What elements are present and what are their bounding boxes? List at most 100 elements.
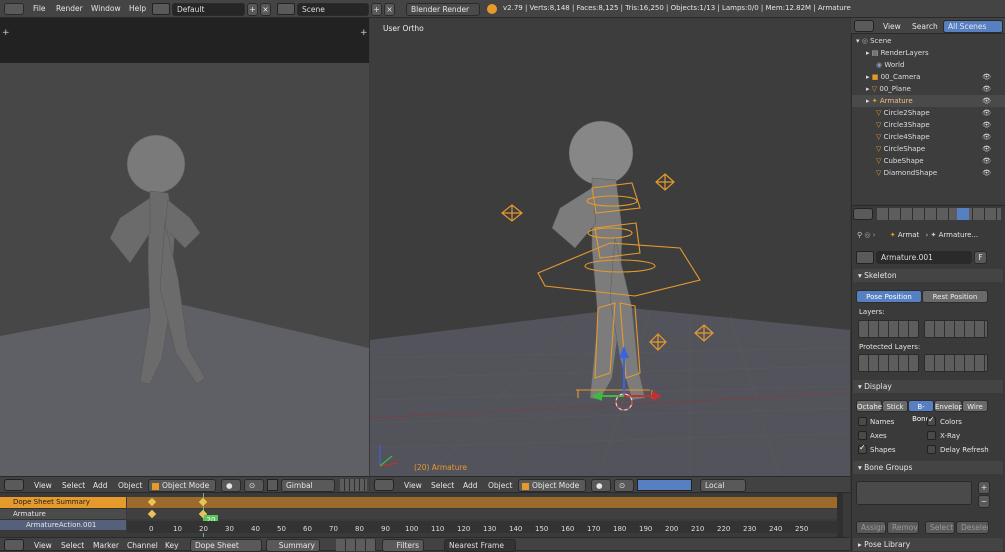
visibility-eye-icon[interactable]: 👁 (982, 167, 991, 179)
visibility-eye-icon[interactable]: 👁 (982, 107, 991, 119)
visibility-eye-icon[interactable]: 👁 (982, 83, 991, 95)
outliner-display-select[interactable]: All Scenes (943, 20, 1003, 33)
add-scene-button[interactable]: + (371, 3, 382, 16)
axes-checkbox[interactable] (858, 431, 867, 440)
dopesheet-mode-select[interactable]: Dope Sheet (190, 539, 262, 552)
outliner-row-world[interactable]: ◉ World (852, 59, 1005, 71)
colors-checkbox[interactable] (927, 415, 936, 426)
left-viewport-corner-handle-right[interactable]: + (360, 28, 368, 38)
add-layout-button[interactable]: + (247, 3, 258, 16)
left-mode-select[interactable]: Object Mode (148, 479, 216, 492)
scene-icon[interactable] (277, 3, 295, 15)
display-bbone[interactable]: B-Bone (908, 400, 934, 423)
editor-type-icon[interactable] (4, 479, 24, 491)
outliner-menu-search[interactable]: Search (912, 22, 938, 31)
right-menu-object[interactable]: Object (488, 481, 512, 490)
dopesheet-channel-armature[interactable]: Armature (0, 508, 126, 519)
dopesheet-channel-summary[interactable]: Dope Sheet Summary (0, 497, 126, 508)
remove-scene-button[interactable]: × (384, 3, 395, 16)
outliner-row-camera[interactable]: ▸ ■ 00_Camera 👁 (852, 71, 1005, 83)
visibility-eye-icon[interactable]: 👁 (982, 71, 991, 83)
ds-menu-view[interactable]: View (34, 541, 52, 550)
outliner-row-diamondshape[interactable]: ▽ DiamondShape 👁 (852, 167, 1005, 179)
armature-data-tab-icon[interactable] (957, 208, 969, 220)
dopesheet-channel-action[interactable]: ArmatureAction.001 (0, 519, 126, 530)
layout-select[interactable]: Default (172, 3, 245, 16)
select-button[interactable]: Select (925, 521, 955, 534)
display-panel-header[interactable]: ▾ Display (853, 380, 1003, 393)
filter-toggles[interactable] (336, 539, 376, 551)
left-orientation-select[interactable]: Gimbal (281, 479, 335, 492)
menu-help[interactable]: Help (129, 4, 146, 13)
editor-type-icon[interactable] (4, 539, 24, 551)
outliner-row-circle3shape[interactable]: ▽ Circle3Shape 👁 (852, 119, 1005, 131)
right-manipulator-icon[interactable] (637, 479, 692, 491)
visibility-eye-icon[interactable]: 👁 (982, 131, 991, 143)
pose-library-panel-header[interactable]: ▸ Pose Library (853, 538, 1003, 551)
right-viewport[interactable]: User Ortho (20) Armature (370, 18, 850, 476)
display-stick[interactable]: Stick (882, 400, 908, 412)
right-mode-select[interactable]: Object Mode (518, 479, 586, 492)
ds-menu-channel[interactable]: Channel (127, 541, 158, 550)
info-editor-icon[interactable] (4, 3, 24, 15)
visibility-eye-icon[interactable]: 👁 (982, 155, 991, 167)
armature-datablock-icon[interactable] (856, 251, 874, 264)
summary-toggle[interactable]: Summary (266, 539, 320, 552)
outliner-row-scene[interactable]: ▾ ◎ Scene (852, 35, 1005, 47)
fake-user-button[interactable]: F (974, 251, 987, 264)
skeleton-panel-header[interactable]: ▾ Skeleton (853, 269, 1003, 282)
editor-type-icon[interactable] (853, 208, 873, 220)
left-layers-grid[interactable] (340, 479, 367, 491)
display-octahedral[interactable]: Octahe (856, 400, 882, 412)
outliner-row-renderlayers[interactable]: ▸ ▤ RenderLayers (852, 47, 1005, 59)
menu-render[interactable]: Render (56, 4, 83, 13)
left-menu-view[interactable]: View (34, 481, 52, 490)
right-pivot-select[interactable]: ⊙ (614, 479, 634, 492)
editor-type-icon[interactable] (374, 479, 394, 491)
ds-menu-key[interactable]: Key (165, 541, 179, 550)
outliner-row-plane[interactable]: ▸ ▽ 00_Plane 👁 (852, 83, 1005, 95)
display-wire[interactable]: Wire (962, 400, 988, 412)
left-menu-select[interactable]: Select (62, 481, 85, 490)
pose-position-button[interactable]: Pose Position (856, 290, 922, 303)
xray-checkbox[interactable] (927, 431, 936, 440)
more-context-buttons[interactable] (973, 208, 1001, 220)
armature-name-field[interactable]: Armature.001 (876, 251, 972, 264)
visibility-eye-icon[interactable]: 👁 (982, 143, 991, 155)
visibility-eye-icon[interactable]: 👁 (982, 119, 991, 131)
outliner-row-circleshape[interactable]: ▽ CircleShape 👁 (852, 143, 1005, 155)
layout-icon[interactable] (152, 3, 170, 15)
deselect-button[interactable]: Deselect (956, 521, 989, 534)
outliner-row-circle4shape[interactable]: ▽ Circle4Shape 👁 (852, 131, 1005, 143)
remove-layout-button[interactable]: × (260, 3, 271, 16)
left-shading-select[interactable]: ● (221, 479, 241, 492)
rest-position-button[interactable]: Rest Position (922, 290, 988, 303)
right-shading-select[interactable]: ● (591, 479, 611, 492)
bone-layers-right[interactable] (924, 320, 988, 338)
protected-layers-left[interactable] (858, 354, 919, 372)
names-checkbox[interactable] (858, 417, 867, 426)
menu-window[interactable]: Window (91, 4, 121, 13)
shapes-checkbox[interactable] (858, 443, 867, 454)
menu-file[interactable]: File (33, 4, 46, 13)
render-engine-select[interactable]: Blender Render (406, 3, 480, 16)
bone-layers-left[interactable] (858, 320, 919, 338)
left-pivot-select[interactable]: ⊙ (244, 479, 264, 492)
delay-refresh-checkbox[interactable] (927, 445, 936, 454)
left-viewport[interactable]: + + (0, 18, 369, 476)
scene-select[interactable]: Scene (297, 3, 369, 16)
filters-button[interactable]: Filters (382, 539, 424, 552)
ds-menu-select[interactable]: Select (61, 541, 84, 550)
assign-button[interactable]: Assign (856, 521, 886, 534)
left-viewport-corner-handle[interactable]: + (2, 28, 10, 38)
editor-type-icon[interactable] (854, 20, 874, 32)
outliner-row-armature[interactable]: ▸ ✦ Armature 👁 (852, 95, 1005, 107)
left-manipulator-icon[interactable] (267, 479, 278, 491)
bone-group-add-button[interactable]: + (978, 481, 990, 494)
right-orientation-select[interactable]: Local (700, 479, 746, 492)
left-menu-object[interactable]: Object (118, 481, 142, 490)
ds-menu-marker[interactable]: Marker (93, 541, 119, 550)
remove-button[interactable]: Remove (887, 521, 919, 534)
right-menu-view[interactable]: View (404, 481, 422, 490)
protected-layers-right[interactable] (924, 354, 988, 372)
